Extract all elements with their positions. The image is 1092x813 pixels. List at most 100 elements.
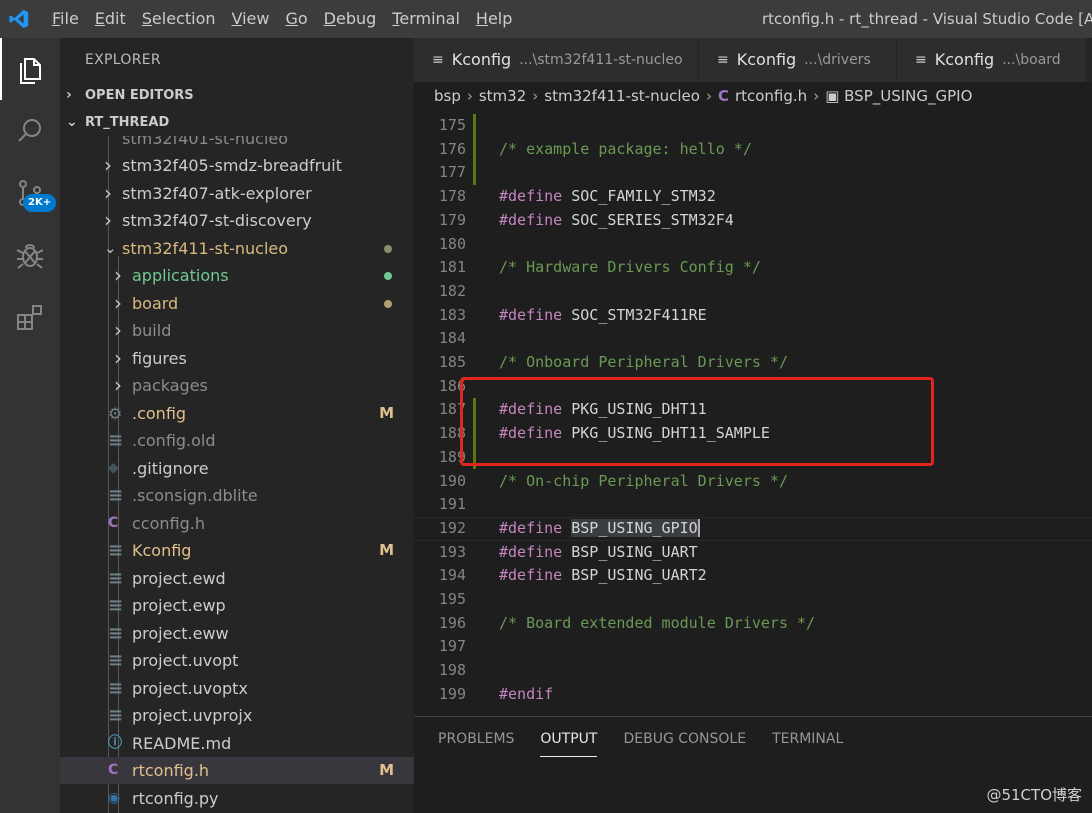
tree-file[interactable]: ≡ project.uvoptx [60, 675, 414, 702]
tree-file[interactable]: ≡ .config.old [60, 427, 414, 454]
tree-folder[interactable]: › stm32f407-atk-explorer [60, 180, 414, 207]
tree-item-partial[interactable]: stm32f401-st-nucleo [60, 136, 414, 152]
tree-item-label: rtconfig.h [132, 761, 210, 780]
line-number: 188 [438, 424, 466, 443]
breadcrumb-item[interactable]: bsp [434, 87, 461, 105]
file-lines-icon: ≡ [717, 52, 729, 68]
chevron-right-icon: › [66, 87, 72, 103]
tree-item-label: stm32f407-st-discovery [122, 211, 312, 230]
panel-tab-output[interactable]: OUTPUT [540, 717, 598, 761]
tree-file[interactable]: ⚙ .config M [60, 400, 414, 427]
tree-file[interactable]: Ccconfig.h [60, 510, 414, 537]
tree-folder[interactable]: › build [60, 317, 414, 344]
file-lines-icon: ≡ [108, 567, 124, 589]
tree-folder[interactable]: › stm32f405-smdz-breadfruit [60, 152, 414, 179]
menu-help[interactable]: Help [468, 0, 520, 38]
tree-file[interactable]: ◉ rtconfig.py [60, 785, 414, 812]
sidebar-title: EXPLORER [85, 52, 161, 68]
menu-file[interactable]: File [38, 0, 87, 38]
workspace-section[interactable]: ⌄ RT_THREAD [60, 109, 414, 136]
file-lines-icon: ≡ [108, 540, 124, 561]
line-number: 193 [438, 542, 466, 561]
panel-tab-debug-console[interactable]: DEBUG CONSOLE [623, 717, 746, 761]
vscode-logo-icon [0, 0, 38, 38]
tree-folder[interactable]: ⌄ stm32f411-st-nucleo [60, 235, 414, 262]
debug-icon[interactable] [0, 224, 60, 286]
line-number: 178 [438, 187, 466, 206]
menu-go[interactable]: Go [277, 0, 315, 38]
panel-tab-problems[interactable]: PROBLEMS [438, 717, 514, 761]
menu-debug[interactable]: Debug [316, 0, 385, 38]
tree-item-label: build [132, 321, 172, 340]
tree-item-label: project.uvoptx [132, 678, 248, 698]
source-control-icon[interactable] [0, 162, 60, 224]
breadcrumb-item[interactable]: rtconfig.h [735, 87, 807, 105]
extensions-icon[interactable] [0, 286, 60, 348]
git-status-dot [384, 272, 392, 280]
chevron-right-icon: › [104, 208, 112, 232]
watermark: @51CTO博客 [986, 786, 1082, 804]
line-number: 192 [438, 518, 466, 537]
tree-file[interactable]: ≡ project.uvprojx [60, 702, 414, 729]
breadcrumb-item[interactable]: stm32 [479, 87, 526, 105]
panel-tab-terminal[interactable]: TERMINAL [772, 717, 843, 761]
chevron-right-icon: › [114, 318, 122, 342]
tree-file[interactable]: ≡ project.eww [60, 620, 414, 647]
tree-item-label: rtconfig.py [132, 788, 219, 808]
menu-edit[interactable]: Edit [87, 0, 134, 38]
tree-item-label: stm32f405-smdz-breadfruit [122, 156, 343, 175]
tree-item-label: figures [132, 348, 187, 368]
line-number: 183 [438, 305, 466, 324]
breadcrumb: bsp › stm32 › stm32f411-st-nucleo › Crtconfig.… [414, 82, 1092, 110]
code-text: /* Hardware Drivers Config */ [499, 258, 761, 277]
tab-description: ...\drivers [804, 52, 871, 68]
editor-tab[interactable]: ≡ Kconfig ...\stm32f411-st-nucleo [414, 38, 699, 82]
chevron-right-icon: › [114, 373, 122, 397]
code-line: 185 /* Onboard Peripheral Drivers */ [414, 351, 1092, 375]
breadcrumb-item[interactable]: BSP_USING_GPIO [844, 87, 972, 105]
tree-item-label: .config.old [132, 431, 216, 450]
tree-folder[interactable]: › applications [60, 262, 414, 289]
chevron-right-icon: › [104, 153, 112, 177]
tree-file[interactable]: ≡ project.ewp [60, 592, 414, 619]
tree-file[interactable]: ⓘ README.md [60, 730, 414, 757]
code-line: 198 [414, 659, 1092, 683]
tree-file[interactable]: Crtconfig.h M [60, 757, 414, 784]
explorer-icon[interactable] [0, 38, 60, 100]
line-number: 182 [438, 281, 466, 300]
code-line: 197 [414, 635, 1092, 659]
line-number: 190 [438, 471, 466, 490]
editor-tab[interactable]: ≡ Kconfig ...\board [897, 38, 1087, 82]
open-editors-section[interactable]: › OPEN EDITORS [60, 82, 414, 109]
tree-file[interactable]: ≡ Kconfig M [60, 537, 414, 564]
tree-item-label: .gitignore [132, 458, 209, 478]
menu-view[interactable]: View [224, 0, 278, 38]
tree-folder[interactable]: › figures [60, 345, 414, 372]
line-number: 197 [438, 637, 466, 656]
line-number: 175 [438, 116, 466, 134]
tree-folder[interactable]: › stm32f407-st-discovery [60, 207, 414, 234]
file-lines-icon: ≡ [108, 622, 124, 644]
tree-file[interactable]: ≡ project.uvopt [60, 647, 414, 674]
sidebar-explorer: EXPLORER › OPEN EDITORS ⌄ RT_THREAD stm3… [60, 38, 414, 813]
breadcrumb-separator-icon: › [466, 87, 473, 105]
tree-file[interactable]: ◆ .gitignore [60, 455, 414, 482]
file-lines-icon: ≡ [108, 705, 124, 726]
code-line: 192 #define BSP_USING_GPIO [414, 517, 1092, 541]
annotation-highlight-box [460, 377, 934, 466]
tree-folder[interactable]: › packages [60, 372, 414, 399]
menu-selection[interactable]: Selection [134, 0, 224, 38]
tree-folder[interactable]: › board [60, 290, 414, 317]
code-text: #define BSP_USING_GPIO [499, 518, 700, 537]
editor-tab[interactable]: ≡ Kconfig ...\drivers [699, 38, 897, 82]
tree-item-label: .sconsign.dblite [132, 486, 258, 505]
tree-file[interactable]: ≡ project.ewd [60, 565, 414, 592]
search-icon[interactable] [0, 100, 60, 162]
menu-terminal[interactable]: Terminal [384, 0, 468, 38]
scm-badge: 2K+ [23, 194, 57, 212]
line-number: 177 [438, 163, 466, 182]
code-line: 184 [414, 327, 1092, 351]
chevron-right-icon: › [114, 345, 122, 370]
tree-file[interactable]: ≡ .sconsign.dblite [60, 482, 414, 509]
breadcrumb-item[interactable]: stm32f411-st-nucleo [544, 87, 700, 105]
